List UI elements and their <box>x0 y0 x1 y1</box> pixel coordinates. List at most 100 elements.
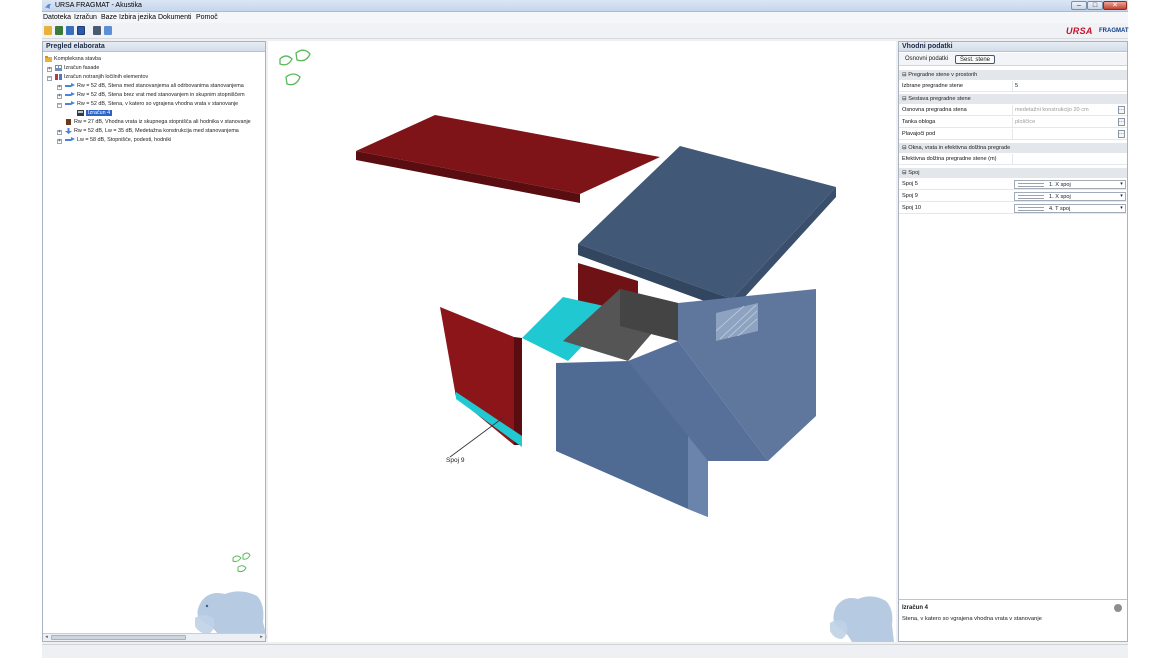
open-folder-icon[interactable] <box>44 26 52 35</box>
expand-toggle[interactable]: + <box>57 94 62 99</box>
tree-item-label: Rw = 27 dB, Vhodna vrata iz skupnega sto… <box>74 119 251 125</box>
building-icon[interactable] <box>55 26 63 35</box>
tree-item-label: Rw = 52 dB, Lw = 35 dB, Medetažna konstr… <box>74 128 239 134</box>
window-icon[interactable] <box>66 26 74 35</box>
save-icon[interactable] <box>77 26 85 35</box>
toolbar: URSA FRAGMAT <box>42 23 1129 39</box>
scroll-right-icon[interactable]: ▸ <box>258 634 265 641</box>
expand-toggle[interactable]: + <box>57 130 62 135</box>
divider <box>1012 129 1013 139</box>
menu-izbira-jezika[interactable]: Izbira jezika <box>119 14 156 21</box>
prop-izbrane-stene[interactable]: Izbrane pregradne stene 5 <box>899 81 1127 92</box>
tab-osnovni-podatki[interactable]: Osnovni podatki <box>901 55 952 64</box>
description-box: Izračun 4 Stena, v katero so vgrajena vh… <box>899 599 1127 641</box>
divider <box>1012 81 1013 91</box>
prop-spoj-5[interactable]: Spoj 5 1. X spoj ▾ <box>899 179 1127 190</box>
prop-label: Spoj 10 <box>902 205 921 211</box>
collapse-icon[interactable]: ⊟ <box>902 170 907 176</box>
collapse-icon[interactable]: ⊟ <box>902 96 907 102</box>
section-spoj[interactable]: ⊟ Spoj <box>899 168 1127 178</box>
menu-baze[interactable]: Baze <box>101 14 117 21</box>
collapse-icon[interactable]: ⊟ <box>902 72 907 78</box>
close-icon: ✕ <box>1112 2 1118 9</box>
window-title: URSA FRAGMAT - Akustika <box>55 2 142 9</box>
title-bar: URSA FRAGMAT - Akustika – □ ✕ <box>42 0 1128 12</box>
prop-value[interactable]: ploščice <box>1015 117 1035 128</box>
tree-item-label: Izračun notranjih ločilnih elementov <box>64 74 149 80</box>
scrollbar-thumb[interactable] <box>51 635 186 640</box>
arrow-right-icon <box>65 137 75 142</box>
menu-pomoc[interactable]: Pomoč <box>196 14 218 21</box>
select-value: 1. X spoj <box>1049 182 1071 188</box>
prop-label: Plavajoči pod <box>902 131 936 137</box>
spoj-select[interactable]: 4. T spoj ▾ <box>1014 204 1126 213</box>
expand-toggle[interactable]: + <box>57 139 62 144</box>
top-red-slab[interactable] <box>356 115 660 203</box>
polar-bear-icon <box>830 596 894 642</box>
tree-item-kompleksna-stavba[interactable]: Kompleksna stavba <box>45 55 101 64</box>
select-value: 4. T spoj <box>1049 206 1071 212</box>
calculator-icon[interactable] <box>93 26 101 35</box>
dropdown-arrow-icon[interactable]: ▾ <box>1118 181 1125 188</box>
expand-toggle[interactable]: + <box>47 67 52 72</box>
section-okna-vrata[interactable]: ⊟ Okna, vrata in efektivna dolžina pregr… <box>899 143 1127 153</box>
spoj-select[interactable]: 1. X spoj ▾ <box>1014 192 1126 201</box>
expand-toggle[interactable]: + <box>57 85 62 90</box>
collapse-toggle[interactable]: − <box>57 103 62 108</box>
close-button[interactable]: ✕ <box>1103 1 1127 10</box>
tree-item-element[interactable]: Rw = 52 dB, Stena, v katero so vgrajena … <box>65 100 263 109</box>
tree-item-element[interactable]: Rw = 27 dB, Vhodna vrata iz skupnega sto… <box>65 118 263 127</box>
prop-label: Spoj 5 <box>902 181 918 187</box>
section-sestava[interactable]: ⊟ Sestava pregradne stene <box>899 94 1127 104</box>
tab-bar: Osnovni podatki Sest. stene <box>899 53 1127 66</box>
building-3d-model[interactable] <box>268 41 896 642</box>
browse-button[interactable]: … <box>1118 130 1125 138</box>
status-bar <box>42 644 1128 658</box>
maximize-button[interactable]: □ <box>1087 1 1103 10</box>
menu-datoteka[interactable]: Datoteka <box>43 14 71 21</box>
dropdown-arrow-icon[interactable]: ▾ <box>1118 205 1125 212</box>
minimize-button[interactable]: – <box>1071 1 1087 10</box>
tree-item-izracun-fasade[interactable]: Izračun fasade <box>55 64 99 73</box>
collapse-icon[interactable]: ⊟ <box>902 145 907 151</box>
browse-button[interactable]: … <box>1118 106 1125 114</box>
report-icon[interactable] <box>104 26 112 35</box>
divider <box>1012 154 1013 164</box>
tree-item-element[interactable]: Rw = 52 dB, Lw = 35 dB, Medetažna konstr… <box>65 127 263 136</box>
folder-icon <box>45 55 52 62</box>
tree-item-element[interactable]: Rw = 52 dB, Stena brez vrat med stanovan… <box>65 91 263 100</box>
prop-value[interactable]: medetažni konstrukcijo 20 cm <box>1015 105 1089 116</box>
prop-value[interactable]: 5 <box>1015 81 1018 92</box>
joint-type-icon <box>1018 195 1044 199</box>
fragmat-logo: FRAGMAT <box>1099 28 1129 34</box>
tree-item-notranji-elementi[interactable]: Izračun notranjih ločilnih elementov <box>55 73 148 82</box>
joint-type-icon <box>1018 183 1044 187</box>
dropdown-arrow-icon[interactable]: ▾ <box>1118 193 1125 200</box>
prop-spoj-10[interactable]: Spoj 10 4. T spoj ▾ <box>899 203 1127 214</box>
prop-spoj-9[interactable]: Spoj 9 1. X spoj ▾ <box>899 191 1127 202</box>
section-label: Sestava pregradne stene <box>908 96 971 102</box>
prop-efektivna-dolzina[interactable]: Efektivna dolžina pregradne stene (m) <box>899 154 1127 165</box>
spoj-leader-line <box>449 416 505 458</box>
tab-sestava-stene[interactable]: Sest. stene <box>955 55 996 64</box>
3d-viewport[interactable]: Spoj 9 <box>268 41 896 642</box>
collapse-toggle[interactable]: − <box>47 76 52 81</box>
prop-tanka-obloga[interactable]: Tanka obloga ploščice … <box>899 117 1127 128</box>
prop-label: Osnovna pregradna stena <box>902 107 967 113</box>
panel-title: Vhodni podatki <box>899 42 1127 52</box>
prop-plavajoci-pod[interactable]: Plavajoči pod … <box>899 129 1127 140</box>
menu-dokumenti[interactable]: Dokumenti <box>158 14 191 21</box>
scroll-left-icon[interactable]: ◂ <box>43 634 50 641</box>
tree-item-element[interactable]: Rw = 52 dB, Stena med stanovanjema ali o… <box>65 82 263 91</box>
section-pregradne-stene[interactable]: ⊟ Pregradne stene v prostorih <box>899 70 1127 80</box>
tree-item-element[interactable]: Lw = 58 dB, Stopnišče, podesti, hodniki <box>65 136 263 145</box>
left-red-wall[interactable] <box>440 307 522 445</box>
prop-osnovna-stena[interactable]: Osnovna pregradna stena medetažni konstr… <box>899 105 1127 116</box>
menu-izracun[interactable]: Izračun <box>74 14 97 21</box>
application-window: URSA FRAGMAT - Akustika – □ ✕ Datoteka I… <box>42 0 1129 658</box>
tree-item-izracun-4[interactable]: Izračun 4 <box>77 109 113 118</box>
horizontal-scrollbar[interactable]: ◂ ▸ <box>43 633 265 641</box>
door-icon <box>66 118 71 125</box>
browse-button[interactable]: … <box>1118 118 1125 126</box>
spoj-select[interactable]: 1. X spoj ▾ <box>1014 180 1126 189</box>
